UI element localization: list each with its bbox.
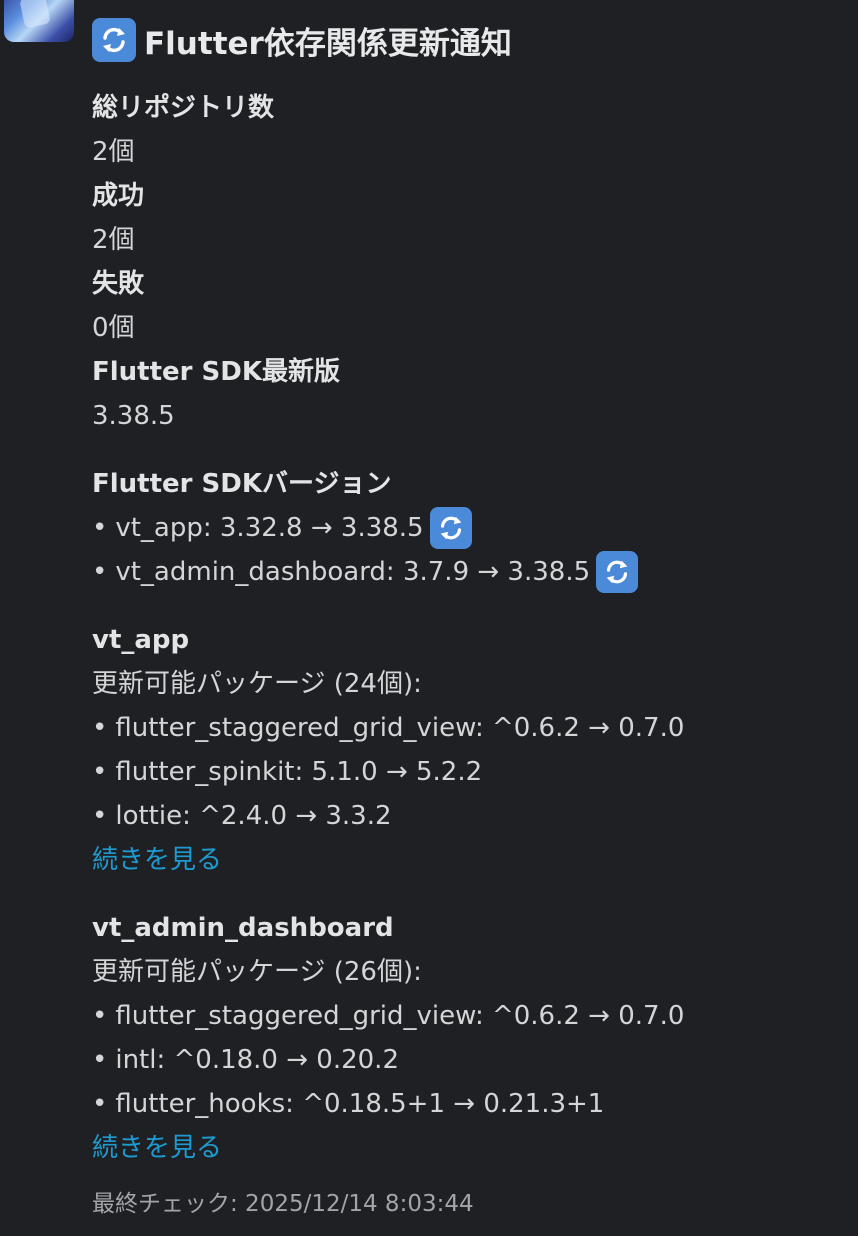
list-item: • lottie: ^2.4.0 → 3.3.2 [92, 794, 852, 838]
bullet-dot: • [92, 1045, 108, 1075]
repo-section-vt-admin-dashboard: vt_admin_dashboard 更新可能パッケージ (26個): • fl… [92, 906, 852, 1170]
package-item-text: intl: ^0.18.0 → 0.20.2 [115, 1045, 399, 1075]
last-checked-timestamp: 最終チェック: 2025/12/14 8:03:44 [92, 1191, 474, 1217]
message-body: Flutter依存関係更新通知 総リポジトリ数 2個 成功 2個 失敗 0個 F… [92, 14, 852, 1224]
summary-section: 総リポジトリ数 2個 成功 2個 失敗 0個 Flutter SDK最新版 3.… [92, 86, 852, 438]
sdk-item-text: vt_app: 3.32.8 → 3.38.5 [115, 513, 424, 543]
sync-arrows-icon [596, 551, 639, 593]
package-item-text: lottie: ^2.4.0 → 3.3.2 [115, 801, 392, 831]
list-item: • flutter_hooks: ^0.18.5+1 → 0.21.3+1 [92, 1082, 852, 1126]
bullet-dot: • [92, 801, 108, 831]
bullet-dot: • [92, 757, 108, 787]
repo-subtitle: 更新可能パッケージ (26個): [92, 957, 422, 987]
list-item: • intl: ^0.18.0 → 0.20.2 [92, 1038, 852, 1082]
list-item: • flutter_staggered_grid_view: ^0.6.2 → … [92, 706, 852, 750]
success-value: 2個 [92, 225, 135, 255]
show-more-link[interactable]: 続きを見る [92, 838, 852, 882]
repo-section-vt-app: vt_app 更新可能パッケージ (24個): • flutter_stagge… [92, 618, 852, 882]
list-item: • flutter_spinkit: 5.1.0 → 5.2.2 [92, 750, 852, 794]
sdk-version-section: Flutter SDKバージョン • vt_app: 3.32.8 → 3.38… [92, 462, 852, 594]
sdk-item-text: vt_admin_dashboard: 3.7.9 → 3.38.5 [115, 557, 591, 587]
sync-arrows-icon [429, 507, 472, 549]
total-repos-value: 2個 [92, 137, 135, 167]
show-more-link[interactable]: 続きを見る [92, 1126, 852, 1170]
repo-subtitle: 更新可能パッケージ (24個): [92, 669, 422, 699]
package-item-text: flutter_staggered_grid_view: ^0.6.2 → 0.… [115, 713, 685, 743]
success-label: 成功 [92, 181, 145, 211]
repo-name: vt_admin_dashboard [92, 913, 394, 943]
latest-sdk-label: Flutter SDK最新版 [92, 357, 341, 387]
bot-avatar[interactable] [4, 0, 74, 42]
bullet-dot: • [92, 557, 108, 587]
list-item: • flutter_staggered_grid_view: ^0.6.2 → … [92, 994, 852, 1038]
message-container: Flutter依存関係更新通知 総リポジトリ数 2個 成功 2個 失敗 0個 F… [0, 0, 858, 1236]
failure-value: 0個 [92, 313, 135, 343]
repo-name: vt_app [92, 625, 190, 655]
message-title: Flutter依存関係更新通知 [144, 25, 512, 62]
bullet-dot: • [92, 513, 108, 543]
total-repos-label: 総リポジトリ数 [92, 93, 275, 123]
package-item-text: flutter_spinkit: 5.1.0 → 5.2.2 [115, 757, 483, 787]
sync-arrows-icon [92, 18, 136, 62]
bullet-dot: • [92, 1001, 108, 1031]
list-item: • vt_admin_dashboard: 3.7.9 → 3.38.5 [92, 550, 852, 594]
package-item-text: flutter_hooks: ^0.18.5+1 → 0.21.3+1 [115, 1089, 605, 1119]
list-item: • vt_app: 3.32.8 → 3.38.5 [92, 506, 852, 550]
message-header: Flutter依存関係更新通知 [92, 14, 852, 66]
bullet-dot: • [92, 713, 108, 743]
bullet-dot: • [92, 1089, 108, 1119]
failure-label: 失敗 [92, 269, 145, 299]
latest-sdk-value: 3.38.5 [92, 401, 175, 431]
sdk-version-heading: Flutter SDKバージョン [92, 469, 392, 499]
package-item-text: flutter_staggered_grid_view: ^0.6.2 → 0.… [115, 1001, 685, 1031]
